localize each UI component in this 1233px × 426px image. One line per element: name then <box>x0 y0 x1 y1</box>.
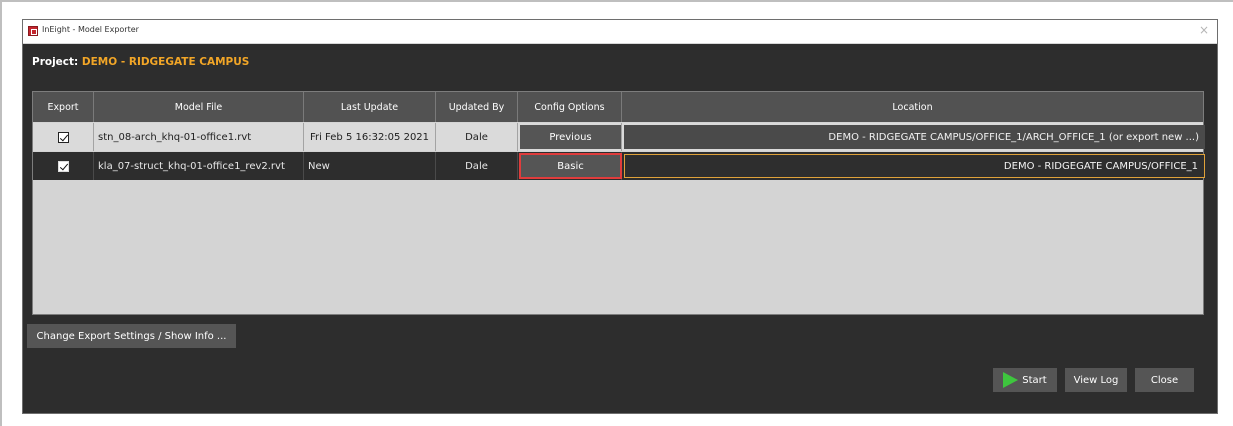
play-icon <box>1003 372 1019 388</box>
column-header-updated-by[interactable]: Updated By <box>436 92 518 122</box>
column-header-config-options[interactable]: Config Options <box>518 92 622 122</box>
start-button[interactable]: Start <box>993 368 1057 392</box>
config-options-cell: Basic <box>518 152 622 180</box>
export-checkbox[interactable] <box>57 160 69 172</box>
ineight-app-icon <box>28 26 38 36</box>
export-checkbox[interactable] <box>57 131 69 143</box>
config-options-cell: Previous <box>518 123 622 151</box>
updated-by-cell: Dale <box>436 152 518 180</box>
location-field[interactable]: DEMO - RIDGEGATE CAMPUS/OFFICE_1/ARCH_OF… <box>624 125 1205 149</box>
page-border-left <box>0 0 2 426</box>
location-field[interactable]: DEMO - RIDGEGATE CAMPUS/OFFICE_1 <box>624 154 1205 178</box>
table-row[interactable]: kla_07-struct_khq-01-office1_rev2.rvt Ne… <box>33 152 1205 180</box>
model-table: Export Model File Last Update Updated By… <box>32 91 1205 315</box>
config-option-button[interactable]: Previous <box>520 125 621 149</box>
export-cell <box>33 152 94 180</box>
project-name: DEMO - RIDGEGATE CAMPUS <box>81 56 250 68</box>
table-row[interactable]: stn_08-arch_khq-01-office1.rvt Fri Feb 5… <box>33 123 1205 151</box>
project-heading: Project: DEMO - RIDGEGATE CAMPUS <box>32 56 249 68</box>
location-cell: DEMO - RIDGEGATE CAMPUS/OFFICE_1/ARCH_OF… <box>622 123 1205 151</box>
start-button-label: Start <box>1022 374 1047 386</box>
view-log-button[interactable]: View Log <box>1065 368 1127 392</box>
last-update-cell: New <box>304 152 436 180</box>
location-cell: DEMO - RIDGEGATE CAMPUS/OFFICE_1 <box>622 152 1205 180</box>
updated-by-cell: Dale <box>436 123 518 151</box>
model-exporter-window: InEight - Model Exporter × Project: DEMO… <box>22 19 1218 414</box>
column-header-last-update[interactable]: Last Update <box>304 92 436 122</box>
model-file-cell: kla_07-struct_khq-01-office1_rev2.rvt <box>94 152 304 180</box>
close-icon[interactable]: × <box>1199 23 1209 37</box>
project-label: Project: <box>32 56 79 68</box>
page-border-top <box>0 0 1233 2</box>
model-file-cell: stn_08-arch_khq-01-office1.rvt <box>94 123 304 151</box>
change-export-settings-button[interactable]: Change Export Settings / Show Info ... <box>27 324 236 348</box>
title-bar: InEight - Model Exporter × <box>23 20 1217 44</box>
last-update-cell: Fri Feb 5 16:32:05 2021 <box>304 123 436 151</box>
export-cell <box>33 123 94 151</box>
column-header-location[interactable]: Location <box>622 92 1203 122</box>
config-option-button[interactable]: Basic <box>519 153 622 179</box>
column-header-model-file[interactable]: Model File <box>94 92 304 122</box>
column-header-export[interactable]: Export <box>33 92 94 122</box>
close-button[interactable]: Close <box>1135 368 1194 392</box>
window-title: InEight - Model Exporter <box>42 25 139 34</box>
